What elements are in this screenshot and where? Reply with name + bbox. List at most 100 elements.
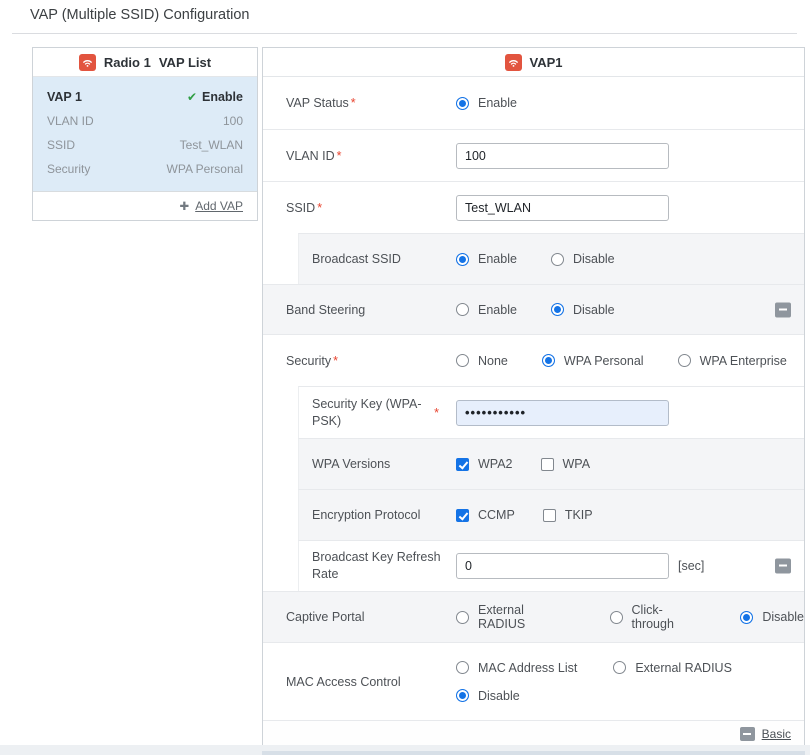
security-none-radio[interactable]: None <box>456 354 508 368</box>
indent-strip <box>263 489 298 540</box>
mac-external-radius-radio[interactable]: External RADIUS <box>613 661 732 675</box>
row-vlan-id: VLAN ID* <box>263 129 804 181</box>
vap-prop-vlan: VLAN ID 100 <box>47 114 243 128</box>
radio-option-label: Disable <box>573 252 615 266</box>
band-steering-disable-radio[interactable]: Disable <box>551 303 615 317</box>
band-steering-label: Band Steering <box>286 303 365 317</box>
security-label: Security <box>286 354 331 368</box>
radio-selected-icon[interactable] <box>551 303 564 316</box>
radio-unselected-icon[interactable] <box>456 661 469 674</box>
seconds-unit-label: [sec] <box>678 559 704 573</box>
security-wpa-personal-radio[interactable]: WPA Personal <box>542 354 644 368</box>
vap-prop-ssid: SSID Test_WLAN <box>47 138 243 152</box>
ssid-input[interactable] <box>456 195 669 221</box>
prop-label: Security <box>47 162 90 176</box>
radio-selected-icon[interactable] <box>740 611 753 624</box>
vap-status-enable-radio[interactable]: Enable <box>456 96 517 110</box>
page-title: VAP (Multiple SSID) Configuration <box>30 7 249 23</box>
vap-prop-security: Security WPA Personal <box>47 162 243 176</box>
mac-disable-radio[interactable]: Disable <box>456 689 520 703</box>
check-icon: ✔ <box>187 90 197 104</box>
add-vap-link[interactable]: Add VAP <box>195 199 243 213</box>
wifi-icon <box>79 54 96 71</box>
required-asterisk: * <box>434 406 439 420</box>
radio-option-label: Enable <box>478 303 517 317</box>
radio-unselected-icon[interactable] <box>613 661 626 674</box>
collapse-band-steering-button[interactable] <box>775 302 791 317</box>
vap-form-title: VAP1 <box>530 55 563 70</box>
radio-option-label: External RADIUS <box>478 603 574 631</box>
radio-unselected-icon[interactable] <box>678 354 691 367</box>
vap-status-text: Enable <box>202 90 243 104</box>
radio-option-label: WPA Enterprise <box>700 354 787 368</box>
wpa-checkbox[interactable]: WPA <box>541 457 591 471</box>
row-broadcast-ssid: Broadcast SSID Enable Disable <box>263 233 804 284</box>
security-key-label: Security Key (WPA-PSK) <box>312 396 430 430</box>
page-bottom-strip <box>0 745 810 755</box>
prop-label: VLAN ID <box>47 114 94 128</box>
row-mac-access-control: MAC Access Control MAC Address List Exte… <box>263 642 804 720</box>
radio-unselected-icon[interactable] <box>610 611 623 624</box>
indent-strip <box>263 233 298 284</box>
radio-selected-icon[interactable] <box>542 354 555 367</box>
title-divider <box>12 33 797 34</box>
security-wpa-enterprise-radio[interactable]: WPA Enterprise <box>678 354 787 368</box>
collapse-advanced-button[interactable] <box>740 727 755 741</box>
add-vap-row: ✚ Add VAP <box>33 191 257 220</box>
tkip-checkbox[interactable]: TKIP <box>543 508 593 522</box>
captive-portal-disable-radio[interactable]: Disable <box>740 610 804 624</box>
prop-value: 100 <box>223 114 243 128</box>
radio-unselected-icon[interactable] <box>456 354 469 367</box>
band-steering-enable-radio[interactable]: Enable <box>456 303 517 317</box>
row-security-key: Security Key (WPA-PSK) * <box>263 386 804 438</box>
collapse-security-section-button[interactable] <box>775 558 791 573</box>
checkbox-unchecked-icon[interactable] <box>541 458 554 471</box>
mac-access-control-label: MAC Access Control <box>286 675 401 689</box>
radio-option-label: External RADIUS <box>635 661 732 675</box>
radio-unselected-icon[interactable] <box>456 611 469 624</box>
encryption-protocol-label: Encryption Protocol <box>312 508 420 522</box>
radio-label: Radio 1 <box>104 55 151 70</box>
broadcast-ssid-disable-radio[interactable]: Disable <box>551 252 615 266</box>
checkbox-checked-icon[interactable] <box>456 509 469 522</box>
captive-portal-click-through-radio[interactable]: Click-through <box>610 603 705 631</box>
row-vap-status: VAP Status* Enable <box>263 77 804 129</box>
security-key-input[interactable] <box>456 400 669 426</box>
radio-unselected-icon[interactable] <box>456 303 469 316</box>
checkbox-option-label: CCMP <box>478 508 515 522</box>
radio-option-label: MAC Address List <box>478 661 577 675</box>
indent-strip <box>263 438 298 489</box>
broadcast-key-refresh-label: Broadcast Key Refresh Rate <box>312 549 450 583</box>
radio-selected-icon[interactable] <box>456 689 469 702</box>
vlan-id-input[interactable] <box>456 143 669 169</box>
radio-selected-icon[interactable] <box>456 97 469 110</box>
wpa2-checkbox[interactable]: WPA2 <box>456 457 513 471</box>
basic-view-link[interactable]: Basic <box>762 727 791 741</box>
mac-address-list-radio[interactable]: MAC Address List <box>456 661 577 675</box>
checkbox-unchecked-icon[interactable] <box>543 509 556 522</box>
captive-portal-label: Captive Portal <box>286 610 365 624</box>
vap-status-badge: ✔ Enable <box>187 90 243 104</box>
vap-list-item-vap1[interactable]: VAP 1 ✔ Enable VLAN ID 100 SSID Test_WLA… <box>33 77 257 191</box>
ssid-label: SSID <box>286 201 315 215</box>
indent-strip <box>263 386 298 438</box>
broadcast-key-refresh-input[interactable] <box>456 553 669 579</box>
row-wpa-versions: WPA Versions WPA2 WPA <box>263 438 804 489</box>
radio-unselected-icon[interactable] <box>551 253 564 266</box>
checkbox-checked-icon[interactable] <box>456 458 469 471</box>
radio-selected-icon[interactable] <box>456 253 469 266</box>
row-band-steering: Band Steering Enable Disable <box>263 284 804 334</box>
broadcast-ssid-label: Broadcast SSID <box>312 252 401 266</box>
ccmp-checkbox[interactable]: CCMP <box>456 508 515 522</box>
row-captive-portal: Captive Portal External RADIUS Click-thr… <box>263 591 804 642</box>
radio-option-label: Enable <box>478 252 517 266</box>
row-broadcast-key-refresh: Broadcast Key Refresh Rate [sec] <box>263 540 804 591</box>
row-security: Security* None WPA Personal WPA Enterpri… <box>263 334 804 386</box>
radio-option-label: Disable <box>478 689 520 703</box>
checkbox-option-label: WPA <box>563 457 591 471</box>
required-asterisk: * <box>337 149 342 163</box>
vap-list-panel: Radio 1 VAP List VAP 1 ✔ Enable VLAN ID … <box>32 47 258 221</box>
captive-portal-external-radius-radio[interactable]: External RADIUS <box>456 603 574 631</box>
radio-option-label: Click-through <box>632 603 705 631</box>
broadcast-ssid-enable-radio[interactable]: Enable <box>456 252 517 266</box>
